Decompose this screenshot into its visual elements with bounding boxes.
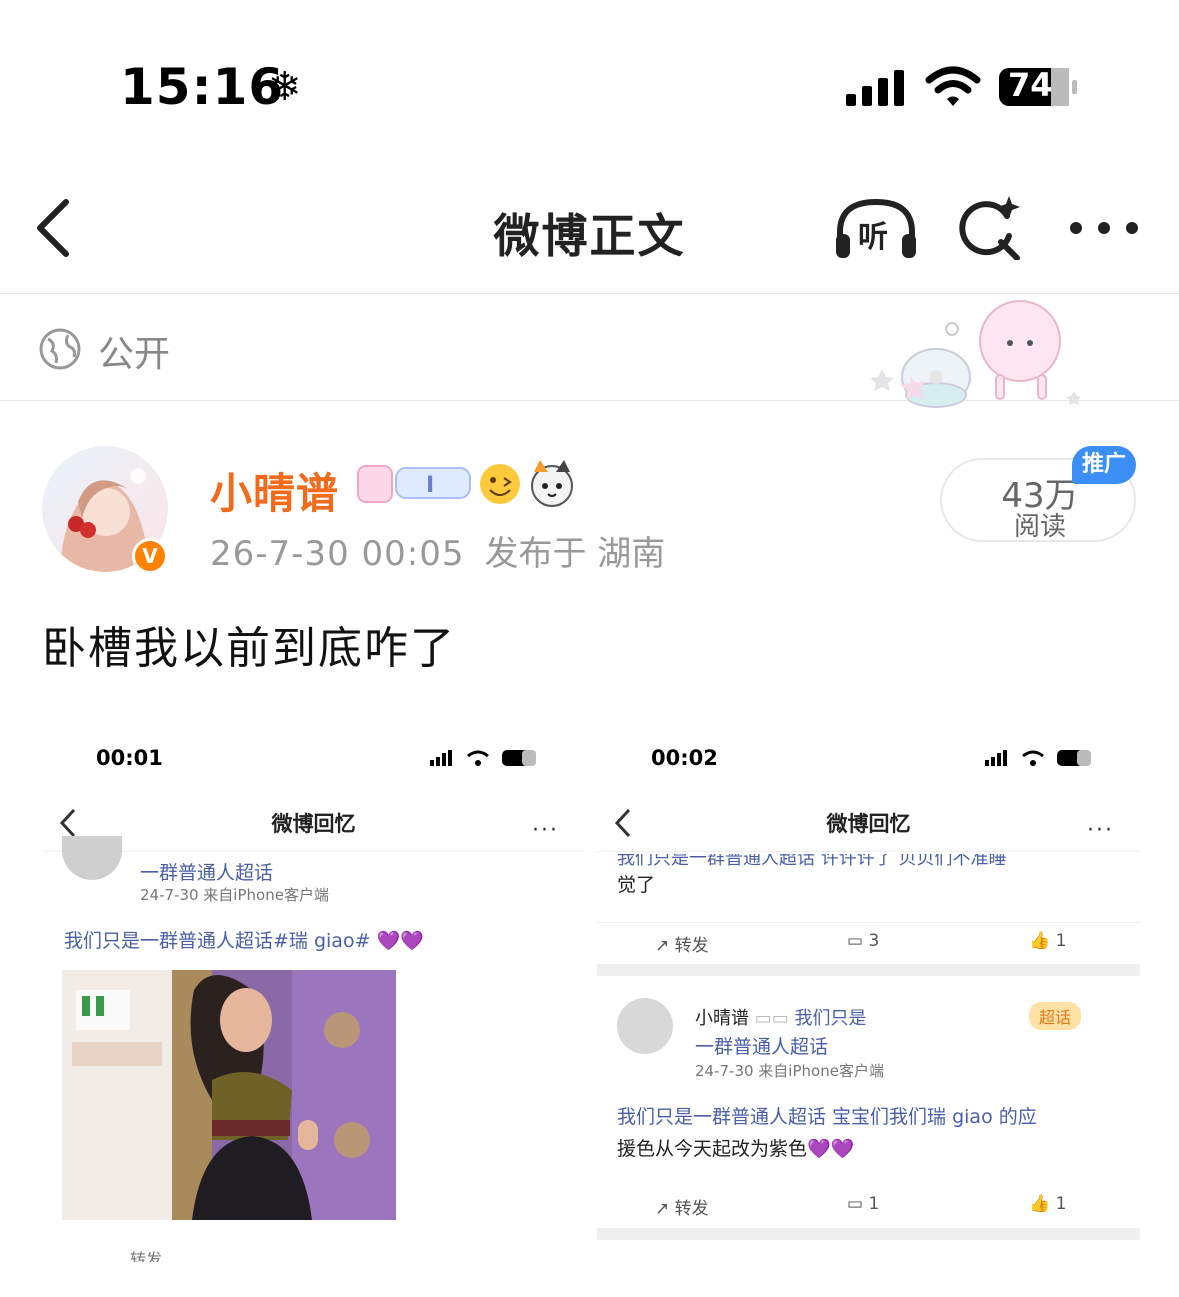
image2-body-1: 我们只是一群普通人超话 宝宝们我们瑞 giao 的应	[617, 1106, 1037, 1128]
image2-body-2: 援色从今天起改为紫色💜💜	[617, 1138, 855, 1160]
image2-more-icon: ···	[1087, 818, 1114, 843]
image2-separator-1	[597, 964, 1140, 976]
wifi-icon	[925, 66, 981, 106]
image1-cartoon-photo	[62, 970, 396, 1220]
image1-body: 我们只是一群普通人超话#瑞 giao# 💜💜	[64, 930, 424, 952]
image2-likes-2: 👍 1	[1029, 1194, 1067, 1214]
battery-percent: 74	[1008, 66, 1053, 104]
image2-status-time: 00:02	[651, 746, 718, 770]
visibility-row: 公开	[0, 295, 1179, 408]
globe-icon	[39, 328, 81, 370]
image1-bottom-actions: 转发	[130, 1250, 163, 1262]
post-location: 发布于 湖南	[484, 534, 666, 574]
snowflake-icon: ❄	[268, 64, 302, 110]
image2-actions-2: ↗ 转发 ▭ 1 👍 1	[597, 1186, 1140, 1226]
image2-repost-1: ↗ 转发	[655, 936, 709, 956]
image2-user-topic: 一群普通人超话	[695, 1036, 829, 1058]
post-time: 26-7-30 00:05	[210, 534, 465, 574]
image2-avatar	[617, 998, 673, 1054]
status-bar: 15:16 ❄ 74	[0, 0, 1179, 150]
image1-nav: 微博回忆 ···	[42, 802, 585, 852]
post-image-1[interactable]: 00:01 微博回忆 ··· 一群普通人超话 24-7-30 来自iPhone客…	[42, 712, 585, 1262]
image2-separator-2	[597, 1228, 1140, 1240]
cellular-signal-icon	[846, 70, 904, 106]
image2-user-name: 小晴谱 ▭▭ 我们只是	[695, 1008, 867, 1029]
image1-more-icon: ···	[532, 818, 559, 843]
image1-topic: 一群普通人超话	[140, 862, 274, 884]
post-image-2[interactable]: 00:02 微博回忆 ··· 我们只是一群普通人超话 许许许了 贝贝们不准睡 觉…	[597, 712, 1140, 1262]
top-nav-bar: 微博正文 听	[0, 160, 1179, 294]
image2-top-line2: 觉了	[617, 874, 656, 896]
post-meta: 26-7-30 00:05 发布于 湖南	[210, 526, 665, 575]
image2-nav: 微博回忆 ···	[597, 802, 1140, 852]
image1-title: 微博回忆	[271, 812, 356, 836]
image2-likes-1: 👍 1	[1029, 931, 1067, 951]
author-name[interactable]: 小晴谱	[210, 460, 339, 521]
image1-meta: 24-7-30 来自iPhone客户端	[140, 886, 329, 904]
read-label: 阅读	[1013, 512, 1066, 542]
image2-chip: 超话	[1029, 1002, 1082, 1030]
listen-label[interactable]: 听	[858, 212, 888, 256]
status-time: 15:16	[120, 58, 285, 116]
image1-status-icons	[430, 750, 536, 766]
image1-status-time: 00:01	[96, 746, 163, 770]
image2-user-meta: 24-7-30 来自iPhone客户端	[695, 1062, 884, 1080]
decorative-sticker	[870, 300, 1080, 408]
image2-status-icons	[985, 750, 1091, 766]
image1-avatar	[62, 836, 122, 880]
more-options-icon[interactable]	[1068, 216, 1140, 240]
image2-comments-1: ▭ 3	[847, 931, 880, 951]
promote-badge[interactable]: 推广	[1072, 446, 1136, 484]
ai-search-icon[interactable]	[955, 196, 1025, 260]
image2-comments-2: ▭ 1	[847, 1194, 880, 1214]
verified-badge: V	[132, 538, 168, 574]
svg-text:I: I	[426, 473, 434, 498]
visibility-label: 公开	[98, 334, 171, 375]
post-body-text: 卧槽我以前到底咋了	[42, 623, 456, 674]
image2-title: 微博回忆	[826, 812, 911, 836]
image2-actions-1: ↗ 转发 ▭ 3 👍 1	[597, 922, 1140, 962]
image2-repost-2: ↗ 转发	[655, 1199, 709, 1219]
user-badge-icons[interactable]: I	[356, 458, 586, 508]
